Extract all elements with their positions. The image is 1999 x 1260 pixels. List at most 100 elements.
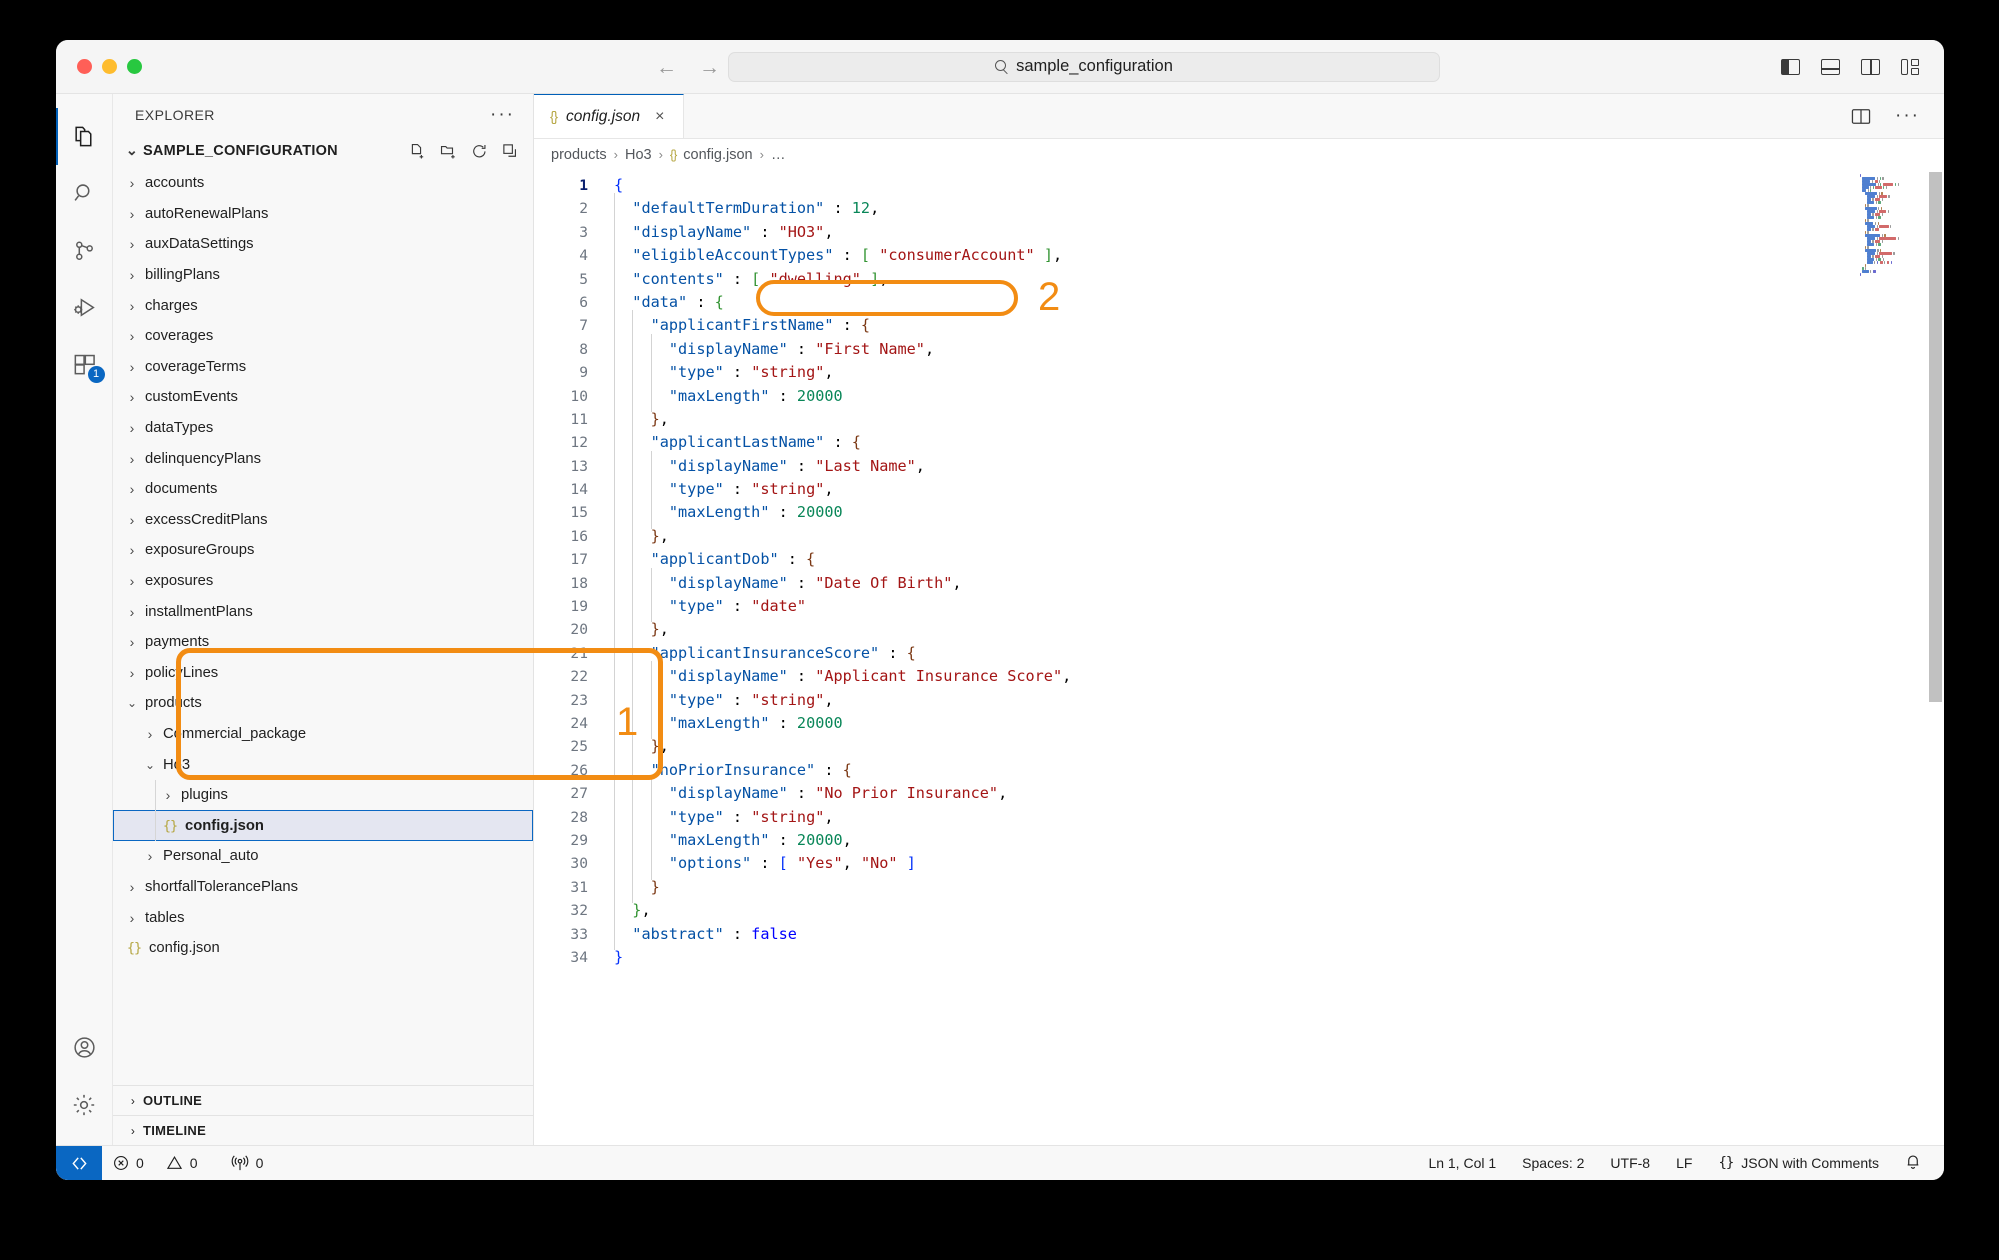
code-line[interactable]: 8 "displayName" : "First Name", bbox=[534, 333, 1944, 366]
tree-item-autorenewalplans[interactable]: › autoRenewalPlans bbox=[113, 199, 533, 230]
outline-panel-header[interactable]: › OUTLINE bbox=[113, 1085, 533, 1115]
chevron-right-icon[interactable]: › bbox=[121, 451, 143, 467]
tree-item-tables[interactable]: › tables bbox=[113, 902, 533, 933]
chevron-right-icon[interactable]: › bbox=[121, 328, 143, 344]
activity-bar-item-explorer[interactable] bbox=[56, 108, 113, 165]
chevron-right-icon[interactable]: › bbox=[121, 175, 143, 191]
status-indentation[interactable]: Spaces: 2 bbox=[1509, 1155, 1597, 1171]
tree-item-policylines[interactable]: › policyLines bbox=[113, 658, 533, 689]
toggle-panel-icon[interactable] bbox=[1821, 59, 1840, 75]
code-line[interactable]: 19 "type" : "date" bbox=[534, 590, 1944, 623]
activity-bar-item-run-and-debug[interactable] bbox=[56, 279, 113, 336]
code-editor-area[interactable]: 1{2 "defaultTermDuration" : 12, 3 "displa… bbox=[534, 170, 1944, 1145]
vertical-scrollbar[interactable] bbox=[1929, 172, 1942, 702]
code-line[interactable]: 6 "data" : { bbox=[534, 286, 1944, 319]
customize-layout-icon[interactable] bbox=[1901, 59, 1920, 75]
chevron-right-icon[interactable]: › bbox=[121, 573, 143, 589]
code-line[interactable]: 32 }, bbox=[534, 895, 1944, 927]
code-line[interactable]: 22 "displayName" : "Applicant Insurance … bbox=[534, 661, 1944, 694]
chevron-right-icon[interactable]: › bbox=[121, 910, 143, 926]
maximize-window-button[interactable] bbox=[127, 59, 142, 74]
toggle-secondary-sidebar-icon[interactable] bbox=[1861, 59, 1880, 75]
tree-item-delinquencyplans[interactable]: › delinquencyPlans bbox=[113, 443, 533, 474]
go-forward-icon[interactable]: → bbox=[699, 57, 720, 78]
code-line[interactable]: 14 "type" : "string", bbox=[534, 474, 1944, 506]
chevron-right-icon[interactable]: › bbox=[121, 420, 143, 436]
chevron-right-icon[interactable]: › bbox=[121, 604, 143, 620]
sidebar-more-actions-icon[interactable]: ··· bbox=[490, 105, 515, 124]
tree-item-shortfalltoleranceplans[interactable]: › shortfallTolerancePlans bbox=[113, 872, 533, 903]
code-line[interactable]: 26 "noPriorInsurance" : { bbox=[534, 754, 1944, 787]
status-language-mode[interactable]: {} JSON with Comments bbox=[1705, 1155, 1892, 1171]
activity-bar-item-accounts[interactable] bbox=[56, 1019, 113, 1076]
workspace-folder-header[interactable]: ⌄ SAMPLE_CONFIGURATION bbox=[113, 136, 533, 166]
refresh-icon[interactable] bbox=[471, 143, 488, 160]
chevron-right-icon[interactable]: › bbox=[157, 787, 179, 803]
chevron-right-icon[interactable]: › bbox=[121, 389, 143, 405]
status-eol[interactable]: LF bbox=[1663, 1155, 1705, 1171]
activity-bar-item-source-control[interactable] bbox=[56, 222, 113, 279]
chevron-down-icon[interactable]: ⌄ bbox=[121, 696, 143, 710]
timeline-panel-header[interactable]: › TIMELINE bbox=[113, 1115, 533, 1145]
chevron-right-icon[interactable]: › bbox=[121, 665, 143, 681]
code-line[interactable]: 1{ bbox=[534, 174, 1944, 197]
code-line[interactable]: 15 "maxLength" : 20000 bbox=[534, 497, 1944, 530]
new-folder-icon[interactable] bbox=[440, 143, 457, 160]
code-line[interactable]: 20 }, bbox=[534, 614, 1944, 647]
close-icon[interactable]: × bbox=[655, 108, 664, 126]
code-line[interactable]: 4 "eligibleAccountTypes" : [ "consumerAc… bbox=[534, 240, 1944, 273]
status-errors[interactable]: 0 bbox=[102, 1146, 155, 1181]
tree-item-coverages[interactable]: › coverages bbox=[113, 321, 533, 352]
new-file-icon[interactable] bbox=[409, 143, 426, 160]
chevron-right-icon[interactable]: › bbox=[121, 298, 143, 314]
tree-item-ho3[interactable]: ⌄ Ho3 bbox=[113, 749, 533, 780]
toggle-primary-sidebar-icon[interactable] bbox=[1781, 59, 1800, 75]
chevron-right-icon[interactable]: › bbox=[139, 726, 161, 742]
tree-item-products[interactable]: ⌄ products bbox=[113, 688, 533, 719]
status-cursor-position[interactable]: Ln 1, Col 1 bbox=[1415, 1155, 1509, 1171]
chevron-right-icon[interactable]: › bbox=[139, 848, 161, 864]
activity-bar-item-manage[interactable] bbox=[56, 1076, 113, 1133]
code-line[interactable]: 29 "maxLength" : 20000, bbox=[534, 824, 1944, 857]
tree-item-plugins[interactable]: › plugins bbox=[113, 779, 533, 811]
code-line[interactable]: 33 "abstract" : false bbox=[534, 918, 1944, 951]
tree-item-commercial-package[interactable]: › Commercial_package bbox=[113, 719, 533, 750]
go-back-icon[interactable]: ← bbox=[656, 57, 677, 78]
code-line[interactable]: 30 "options" : [ "Yes", "No" ] bbox=[534, 848, 1944, 881]
code-line[interactable]: 27 "displayName" : "No Prior Insurance", bbox=[534, 778, 1944, 811]
tree-item-coverageterms[interactable]: › coverageTerms bbox=[113, 352, 533, 383]
status-notifications[interactable] bbox=[1892, 1153, 1934, 1173]
code-line[interactable]: 25 }, bbox=[534, 731, 1944, 764]
code-line[interactable]: 5 "contents" : [ "dwelling" ], bbox=[534, 263, 1944, 296]
code-line[interactable]: 12 "applicantLastName" : { bbox=[534, 427, 1944, 460]
quick-input-bar[interactable]: sample_configuration bbox=[728, 51, 1440, 82]
tree-item-exposures[interactable]: › exposures bbox=[113, 566, 533, 597]
chevron-right-icon[interactable]: › bbox=[121, 542, 143, 558]
chevron-down-icon[interactable]: ⌄ bbox=[139, 758, 161, 772]
chevron-right-icon[interactable]: › bbox=[121, 512, 143, 528]
tree-item-config-json[interactable]: {} config.json bbox=[113, 810, 533, 842]
tree-item-billingplans[interactable]: › billingPlans bbox=[113, 260, 533, 291]
chevron-right-icon[interactable]: › bbox=[121, 634, 143, 650]
remote-window-indicator[interactable] bbox=[56, 1145, 102, 1180]
code-line[interactable]: 3 "displayName" : "HO3", bbox=[534, 216, 1944, 249]
chevron-right-icon[interactable]: › bbox=[121, 267, 143, 283]
collapse-all-icon[interactable] bbox=[502, 143, 519, 160]
tree-item-config-json[interactable]: {} config.json bbox=[113, 933, 533, 964]
tree-item-accounts[interactable]: › accounts bbox=[113, 168, 533, 199]
code-line[interactable]: 18 "displayName" : "Date Of Birth", bbox=[534, 567, 1944, 600]
code-line[interactable]: 17 "applicantDob" : { bbox=[534, 544, 1944, 577]
breadcrumb-item-ho3[interactable]: Ho3 bbox=[625, 147, 652, 163]
tree-item-installmentplans[interactable]: › installmentPlans bbox=[113, 596, 533, 627]
tree-item-customevents[interactable]: › customEvents bbox=[113, 382, 533, 413]
code-content[interactable]: 1{2 "defaultTermDuration" : 12, 3 "displa… bbox=[534, 170, 1944, 1145]
tree-item-exposuregroups[interactable]: › exposureGroups bbox=[113, 535, 533, 566]
tree-item-documents[interactable]: › documents bbox=[113, 474, 533, 505]
code-line[interactable]: 11 }, bbox=[534, 403, 1944, 436]
file-tree[interactable]: › accounts › autoRenewalPlans › auxDataSettin… bbox=[113, 166, 533, 1085]
chevron-right-icon[interactable]: › bbox=[121, 236, 143, 252]
breadcrumb-item-products[interactable]: products bbox=[551, 147, 607, 163]
tree-item-payments[interactable]: › payments bbox=[113, 627, 533, 658]
activity-bar-item-extensions[interactable]: 1 bbox=[56, 336, 113, 393]
tree-item-auxdatasettings[interactable]: › auxDataSettings bbox=[113, 229, 533, 260]
